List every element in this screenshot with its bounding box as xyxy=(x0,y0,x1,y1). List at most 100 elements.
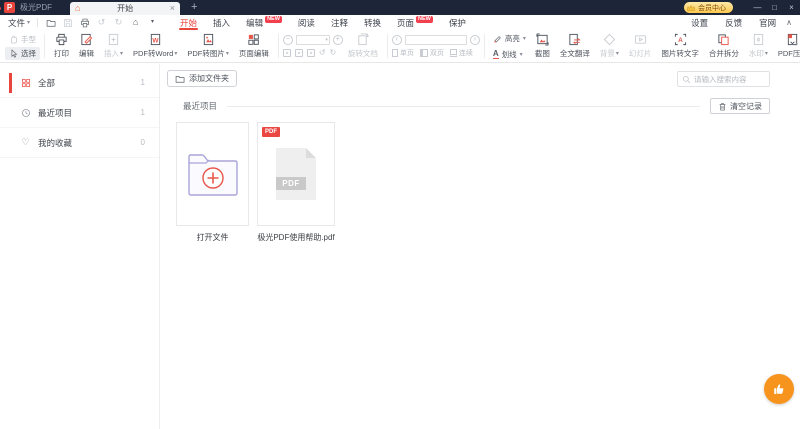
underline-button[interactable]: 划线 ▾ xyxy=(489,48,530,61)
ribbon-tab-edit[interactable]: 编辑 NEW xyxy=(238,15,290,30)
feedback-thumbs-up-button[interactable] xyxy=(764,374,794,404)
double-page-view-button[interactable]: 双页 xyxy=(419,48,444,58)
highlight-button[interactable]: 高亮 ▾ xyxy=(489,32,530,45)
sidebar-item-recent[interactable]: 最近项目 1 xyxy=(0,98,159,128)
sidebar-item-favorites[interactable]: ♡ 我的收藏 0 xyxy=(0,128,159,158)
website-link[interactable]: 官网 xyxy=(759,17,776,29)
svg-text:W: W xyxy=(152,37,159,44)
double-page-icon xyxy=(419,48,428,57)
ribbon-tab-start[interactable]: 开始 xyxy=(172,15,205,30)
rotate-right-icon[interactable]: ↻ xyxy=(330,48,337,57)
app-logo: P xyxy=(4,2,15,13)
new-tab-button[interactable]: + xyxy=(191,2,197,13)
sidebar-item-label: 我的收藏 xyxy=(38,137,73,148)
tab-label: 注释 xyxy=(330,17,348,28)
member-center-button[interactable]: 会员中心 xyxy=(684,2,733,13)
watermark-label: 水印 xyxy=(748,49,764,58)
translate-button[interactable]: 全文翻译 xyxy=(555,31,595,61)
open-file-card-body[interactable] xyxy=(176,122,249,226)
close-button[interactable]: × xyxy=(783,0,800,15)
minimize-button[interactable]: — xyxy=(749,0,766,15)
search-input[interactable] xyxy=(694,74,765,84)
new-badge: NEW xyxy=(415,16,433,23)
open-file-card[interactable]: 打开文件 xyxy=(176,122,249,243)
main-panel: 添加文件夹 最近项目 清空记录 xyxy=(160,64,800,429)
pdf-to-image-button[interactable]: PDF转图片 ▾ xyxy=(182,31,234,61)
rotate-left-icon[interactable]: ↺ xyxy=(319,48,326,57)
fit-width-icon[interactable] xyxy=(306,48,315,57)
divider xyxy=(227,105,700,107)
highlighter-icon xyxy=(493,34,502,43)
ribbon-tab-insert[interactable]: 插入 xyxy=(205,15,238,30)
pdf-file-card-body[interactable]: PDF PDF xyxy=(257,122,335,226)
divider xyxy=(277,34,279,58)
file-menu[interactable]: 文件 ▾ xyxy=(8,17,30,29)
quick-access-dropdown-icon[interactable]: ▾ xyxy=(147,17,158,28)
slideshow-button[interactable]: 幻灯片 xyxy=(624,31,657,61)
ribbon-tab-protect[interactable]: 保护 xyxy=(441,15,474,30)
tab-close-icon[interactable]: × xyxy=(170,4,175,13)
pdf-to-word-label: PDF转Word xyxy=(133,49,174,58)
grid-icon xyxy=(20,78,31,88)
ribbon-tab-annotate[interactable]: 注释 xyxy=(323,15,356,30)
maximize-button[interactable]: □ xyxy=(766,0,783,15)
edit-label: 编辑 xyxy=(79,49,94,58)
watermark-button[interactable]: 水印 ▾ xyxy=(744,31,773,61)
tab-label: 阅读 xyxy=(297,17,315,28)
single-page-view-button[interactable]: 单页 xyxy=(391,48,414,58)
clear-history-button[interactable]: 清空记录 xyxy=(710,98,770,114)
zoom-in-icon[interactable]: + xyxy=(332,35,343,45)
edit-button[interactable]: 编辑 xyxy=(74,31,99,61)
background-label: 背景 xyxy=(599,49,615,58)
pdf-file-card[interactable]: PDF PDF 极光PDF使用帮助.pdf xyxy=(257,122,335,243)
actual-size-icon[interactable] xyxy=(282,48,291,57)
select-tool-button[interactable]: 选择 xyxy=(5,46,40,60)
previous-page-icon[interactable]: ‹ xyxy=(391,34,402,45)
tab-label: 开始 xyxy=(180,17,198,28)
print-icon[interactable] xyxy=(79,18,90,28)
chevron-down-icon: ▾ xyxy=(325,37,328,43)
insert-button[interactable]: 插入 ▾ xyxy=(99,31,128,61)
ribbon-tab-page[interactable]: 页面 NEW xyxy=(389,15,441,30)
background-button[interactable]: 背景 ▾ xyxy=(595,31,624,61)
hand-tool-button[interactable]: 手型 xyxy=(5,33,40,46)
ribbon-tab-read[interactable]: 阅读 xyxy=(290,15,323,30)
item-count: 0 xyxy=(140,138,145,147)
rotate-document-button[interactable]: 旋转文档 xyxy=(343,31,383,61)
image-to-text-button[interactable]: A 图片转文字 xyxy=(656,31,704,61)
thumbs-up-icon xyxy=(772,382,786,396)
app-name: 极光PDF xyxy=(20,3,52,12)
tab-label: 转换 xyxy=(363,17,381,28)
home-quick-icon[interactable]: ⌂ xyxy=(130,17,141,28)
feedback-link[interactable]: 反馈 xyxy=(725,17,742,29)
recent-files-grid: 打开文件 PDF PDF 极光PDF使用帮助.pdf xyxy=(176,122,335,243)
next-page-icon[interactable]: › xyxy=(469,34,480,45)
continuous-view-button[interactable]: 连续 xyxy=(449,48,473,58)
merge-split-button[interactable]: 合并拆分 xyxy=(704,31,744,61)
pdf-to-word-button[interactable]: W PDF转Word ▾ xyxy=(128,31,182,61)
screenshot-button[interactable]: 截图 xyxy=(530,31,555,61)
fit-page-icon[interactable] xyxy=(294,48,303,57)
undo-icon[interactable]: ↺ xyxy=(96,17,107,28)
chevron-down-icon: ▾ xyxy=(764,51,768,57)
zoom-level-select[interactable]: ▾ xyxy=(295,35,330,45)
page-edit-button[interactable]: 页面编辑 xyxy=(234,31,274,61)
redo-icon[interactable]: ↻ xyxy=(113,17,124,28)
pdf-badge: PDF xyxy=(262,127,280,137)
image-to-text-label: 图片转文字 xyxy=(661,49,699,58)
menubar-links: 设置 反馈 官网 xyxy=(691,17,776,29)
add-folder-button[interactable]: 添加文件夹 xyxy=(167,70,237,87)
zoom-out-icon[interactable]: − xyxy=(282,35,293,45)
open-file-icon[interactable] xyxy=(45,18,56,28)
ribbon-tab-convert[interactable]: 转换 xyxy=(356,15,389,30)
toolbar-overflow-icon[interactable]: › xyxy=(795,38,798,48)
document-tab-start[interactable]: ⌂ 开始 × xyxy=(70,2,180,15)
svg-text:A: A xyxy=(678,37,683,44)
save-icon[interactable] xyxy=(62,18,73,28)
settings-link[interactable]: 设置 xyxy=(691,17,708,29)
collapse-ribbon-icon[interactable]: ∧ xyxy=(786,18,792,27)
print-button[interactable]: 打印 xyxy=(49,31,74,61)
page-number-input[interactable] xyxy=(404,34,467,45)
sidebar-item-all[interactable]: 全部 1 xyxy=(0,68,159,98)
highlight-label: 高亮 xyxy=(504,33,520,43)
